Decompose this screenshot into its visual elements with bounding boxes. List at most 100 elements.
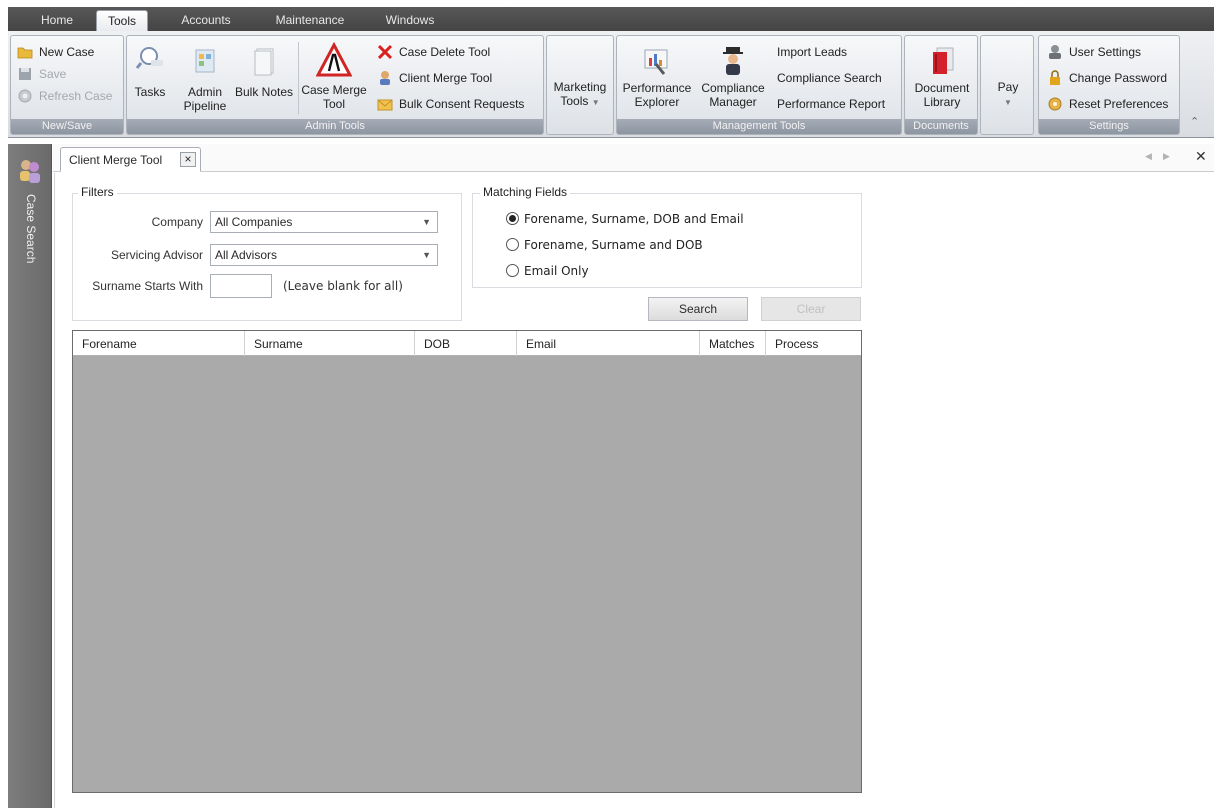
new-case-label: New Case — [39, 45, 95, 59]
marketing-tools-label-1: Marketing — [553, 80, 607, 94]
radio-forename-surname-dob[interactable]: Forename, Surname and DOB — [506, 238, 703, 252]
document-library-button[interactable]: Document Library — [907, 44, 977, 109]
pay-button[interactable]: Pay ▼ — [983, 80, 1033, 110]
surname-starts-with-input[interactable] — [210, 274, 272, 298]
user-settings-button[interactable]: User Settings — [1047, 42, 1141, 62]
company-value: All Companies — [215, 215, 293, 229]
case-delete-tool-label: Case Delete Tool — [399, 45, 491, 59]
reset-preferences-label: Reset Preferences — [1069, 97, 1169, 111]
column-header-dob[interactable]: DOB — [415, 331, 517, 356]
radio-label: Forename, Surname and DOB — [524, 238, 703, 252]
refresh-case-label: Refresh Case — [39, 89, 113, 103]
delete-x-icon — [377, 44, 393, 60]
tasks-magnifier-icon — [135, 47, 163, 69]
document-tab-bar: Client Merge Tool × ◀ ▶ ✕ — [53, 144, 1214, 172]
reset-icon — [1048, 97, 1062, 111]
new-case-button[interactable]: New Case — [17, 42, 94, 62]
compliance-search-button[interactable]: Compliance Search — [777, 68, 882, 88]
search-button[interactable]: Search — [648, 297, 748, 321]
performance-explorer-button[interactable]: Performance Explorer — [619, 44, 695, 109]
group-management-tools: Performance Explorer Compliance Manager … — [616, 35, 902, 135]
results-grid[interactable]: Forename Surname DOB Email Matches Proce… — [72, 330, 862, 793]
radio-label: Forename, Surname, DOB and Email — [524, 212, 744, 226]
performance-report-button[interactable]: Performance Report — [777, 94, 885, 114]
column-header-forename[interactable]: Forename — [73, 331, 245, 356]
tab-accounts[interactable]: Accounts — [164, 10, 248, 31]
radio-forename-surname-dob-email[interactable]: Forename, Surname, DOB and Email — [506, 212, 744, 226]
group-marketing: Marketing Tools ▼ — [546, 35, 614, 135]
column-header-surname[interactable]: Surname — [245, 331, 415, 356]
document-library-label-1: Document — [914, 81, 970, 95]
tasks-button[interactable]: Tasks — [133, 46, 167, 99]
group-settings: User Settings Change Password Reset Pref… — [1038, 35, 1180, 135]
admin-pipeline-label-1: Admin — [187, 85, 222, 99]
floppy-disk-icon — [19, 68, 31, 80]
pay-label: Pay — [997, 80, 1019, 94]
scroll-left-icon[interactable]: ◀ — [1145, 151, 1152, 162]
save-button[interactable]: Save — [17, 64, 66, 84]
case-merge-tool-button[interactable]: Case Merge Tool — [301, 42, 367, 111]
performance-explorer-label-1: Performance — [622, 81, 692, 95]
document-library-label-2: Library — [923, 95, 961, 109]
servicing-advisor-value: All Advisors — [215, 248, 278, 262]
grid-header: Forename Surname DOB Email Matches Proce… — [73, 331, 861, 356]
marketing-tools-button[interactable]: Marketing Tools ▼ — [549, 80, 611, 110]
tab-tools[interactable]: Tools — [96, 10, 148, 31]
import-leads-button[interactable]: Import Leads — [777, 42, 847, 62]
group-pay: Pay ▼ — [980, 35, 1034, 135]
close-all-icon[interactable]: ✕ — [1195, 148, 1207, 165]
radio-email-only[interactable]: Email Only — [506, 264, 589, 278]
admin-pipeline-button[interactable]: Admin Pipeline — [179, 46, 231, 113]
case-search-label: Case Search — [24, 194, 38, 264]
surname-starts-with-label: Surname Starts With — [92, 279, 203, 293]
notes-icon — [254, 48, 274, 76]
tab-maintenance[interactable]: Maintenance — [260, 10, 360, 31]
radio-button[interactable] — [506, 238, 519, 251]
bulk-notes-label: Bulk Notes — [234, 85, 294, 99]
chevron-down-icon: ▼ — [591, 98, 600, 107]
group-caption-management-tools: Management Tools — [617, 119, 901, 134]
company-label: Company — [151, 215, 203, 229]
group-caption-new-save: New/Save — [11, 119, 123, 134]
case-search-sidebar[interactable]: Case Search — [8, 144, 52, 808]
filters-fieldset: Filters Company All Companies ▼ Servicin… — [72, 185, 462, 321]
reset-preferences-button[interactable]: Reset Preferences — [1047, 94, 1168, 114]
bulk-consent-requests-button[interactable]: Bulk Consent Requests — [377, 94, 524, 114]
column-header-email[interactable]: Email — [517, 331, 700, 356]
folder-icon — [17, 47, 33, 59]
client-merge-tool-label: Client Merge Tool — [399, 71, 493, 85]
column-header-matches[interactable]: Matches — [700, 331, 766, 356]
pipeline-icon — [195, 49, 215, 73]
bulk-notes-button[interactable]: Bulk Notes — [231, 46, 297, 99]
compliance-manager-label-1: Compliance — [701, 81, 765, 95]
radio-button[interactable] — [506, 264, 519, 277]
clear-button[interactable]: Clear — [761, 297, 861, 321]
column-header-process[interactable]: Process — [766, 331, 861, 356]
case-merge-label-2: Tool — [322, 97, 345, 111]
change-password-button[interactable]: Change Password — [1047, 68, 1167, 88]
tab-home[interactable]: Home — [26, 10, 88, 31]
collapse-ribbon-icon[interactable]: ⌃ — [1190, 115, 1199, 128]
performance-chart-icon — [644, 49, 668, 75]
radio-button-checked[interactable] — [506, 212, 519, 225]
change-password-label: Change Password — [1069, 71, 1168, 85]
tab-client-merge-tool[interactable]: Client Merge Tool × — [60, 147, 201, 172]
doc-tab-label: Client Merge Tool — [69, 153, 163, 167]
company-select[interactable]: All Companies ▼ — [210, 211, 438, 233]
servicing-advisor-select[interactable]: All Advisors ▼ — [210, 244, 438, 266]
client-merge-tool-button[interactable]: Client Merge Tool — [377, 68, 492, 88]
surname-hint: (Leave blank for all) — [283, 279, 403, 293]
case-delete-tool-button[interactable]: Case Delete Tool — [377, 42, 490, 62]
radio-label: Email Only — [524, 264, 589, 278]
matching-fields-legend: Matching Fields — [480, 185, 571, 199]
tab-windows[interactable]: Windows — [370, 10, 450, 31]
group-documents: Document Library Documents — [904, 35, 978, 135]
close-icon[interactable]: × — [180, 152, 196, 167]
tasks-label: Tasks — [134, 85, 166, 99]
refresh-case-button[interactable]: Refresh Case — [17, 86, 112, 106]
case-search-people-icon — [20, 160, 40, 183]
scroll-right-icon[interactable]: ▶ — [1163, 151, 1170, 162]
compliance-manager-button[interactable]: Compliance Manager — [697, 44, 769, 109]
marketing-tools-label-2: Tools — [560, 94, 589, 108]
chevron-down-icon: ▼ — [422, 217, 431, 227]
